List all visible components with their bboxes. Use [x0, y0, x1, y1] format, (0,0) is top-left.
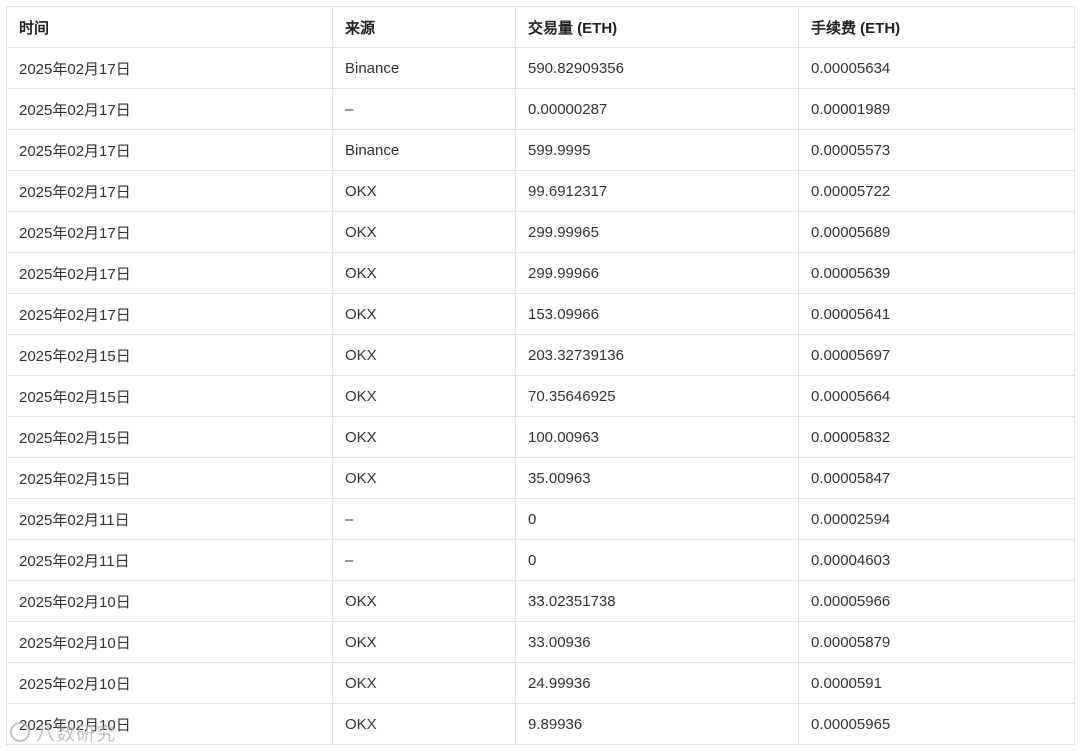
table-row: 2025年02月15日 OKX 100.00963 0.00005832 [6, 416, 1075, 458]
cell-source: OKX [332, 457, 516, 499]
header-source: 来源 [332, 6, 516, 48]
cell-volume: 590.82909356 [515, 47, 799, 89]
cell-fee: 0.00005641 [798, 293, 1075, 335]
table-row: 2025年02月10日 OKX 9.89936 0.00005965 [6, 703, 1075, 745]
cell-source: OKX [332, 416, 516, 458]
table-row: 2025年02月15日 OKX 203.32739136 0.00005697 [6, 334, 1075, 376]
cell-volume: 299.99965 [515, 211, 799, 253]
cell-volume: 203.32739136 [515, 334, 799, 376]
cell-source: – [332, 88, 516, 130]
cell-time: 2025年02月11日 [6, 539, 333, 581]
cell-fee: 0.00005573 [798, 129, 1075, 171]
cell-source: – [332, 498, 516, 540]
cell-volume: 33.02351738 [515, 580, 799, 622]
cell-fee: 0.00004603 [798, 539, 1075, 581]
cell-fee: 0.00005847 [798, 457, 1075, 499]
cell-time: 2025年02月15日 [6, 334, 333, 376]
table-row: 2025年02月17日 OKX 153.09966 0.00005641 [6, 293, 1075, 335]
header-fee: 手续费 (ETH) [798, 6, 1075, 48]
cell-source: OKX [332, 703, 516, 745]
table-row: 2025年02月17日 Binance 599.9995 0.00005573 [6, 129, 1075, 171]
cell-fee: 0.00005664 [798, 375, 1075, 417]
header-time: 时间 [6, 6, 333, 48]
cell-volume: 299.99966 [515, 252, 799, 294]
cell-time: 2025年02月15日 [6, 416, 333, 458]
cell-source: OKX [332, 621, 516, 663]
cell-source: OKX [332, 375, 516, 417]
table-header-row: 时间 来源 交易量 (ETH) 手续费 (ETH) [6, 6, 1075, 48]
cell-volume: 153.09966 [515, 293, 799, 335]
page: 时间 来源 交易量 (ETH) 手续费 (ETH) 2025年02月17日 Bin… [0, 0, 1080, 751]
cell-fee: 0.00005965 [798, 703, 1075, 745]
table-row: 2025年02月15日 OKX 35.00963 0.00005847 [6, 457, 1075, 499]
table-body: 2025年02月17日 Binance 590.82909356 0.00005634… [6, 47, 1075, 745]
table-row: 2025年02月11日 –0 0.00004603 [6, 539, 1075, 581]
cell-fee: 0.00005634 [798, 47, 1075, 89]
cell-time: 2025年02月17日 [6, 170, 333, 212]
table-row: 2025年02月15日 OKX 70.35646925 0.00005664 [6, 375, 1075, 417]
cell-fee: 0.0000591 [798, 662, 1075, 704]
cell-time: 2025年02月17日 [6, 252, 333, 294]
cell-time: 2025年02月15日 [6, 457, 333, 499]
cell-source: OKX [332, 662, 516, 704]
cell-source: OKX [332, 293, 516, 335]
cell-volume: 99.6912317 [515, 170, 799, 212]
cell-fee: 0.00005879 [798, 621, 1075, 663]
table-row: 2025年02月10日 OKX 24.99936 0.0000591 [6, 662, 1075, 704]
cell-volume: 70.35646925 [515, 375, 799, 417]
cell-source: Binance [332, 129, 516, 171]
table-row: 2025年02月11日 –0 0.00002594 [6, 498, 1075, 540]
cell-source: OKX [332, 252, 516, 294]
cell-fee: 0.00001989 [798, 88, 1075, 130]
cell-time: 2025年02月15日 [6, 375, 333, 417]
cell-source: OKX [332, 334, 516, 376]
cell-source: Binance [332, 47, 516, 89]
cell-volume: 24.99936 [515, 662, 799, 704]
cell-fee: 0.00005966 [798, 580, 1075, 622]
cell-time: 2025年02月17日 [6, 88, 333, 130]
cell-volume: 0 [515, 498, 799, 540]
cell-time: 2025年02月17日 [6, 129, 333, 171]
cell-time: 2025年02月17日 [6, 293, 333, 335]
cell-time: 2025年02月10日 [6, 580, 333, 622]
cell-source: – [332, 539, 516, 581]
cell-time: 2025年02月10日 [6, 703, 333, 745]
table-row: 2025年02月17日 OKX 299.99966 0.00005639 [6, 252, 1075, 294]
cell-time: 2025年02月11日 [6, 498, 333, 540]
cell-fee: 0.00005689 [798, 211, 1075, 253]
cell-volume: 0 [515, 539, 799, 581]
table-row: 2025年02月17日 Binance 590.82909356 0.00005634 [6, 47, 1075, 89]
table-row: 2025年02月17日 OKX 99.6912317 0.00005722 [6, 170, 1075, 212]
cell-volume: 0.00000287 [515, 88, 799, 130]
transactions-table: 时间 来源 交易量 (ETH) 手续费 (ETH) 2025年02月17日 Bin… [6, 6, 1075, 745]
cell-volume: 35.00963 [515, 457, 799, 499]
cell-fee: 0.00005639 [798, 252, 1075, 294]
table-row: 2025年02月17日 –0.00000287 0.00001989 [6, 88, 1075, 130]
table-row: 2025年02月10日 OKX 33.02351738 0.00005966 [6, 580, 1075, 622]
cell-source: OKX [332, 170, 516, 212]
cell-volume: 100.00963 [515, 416, 799, 458]
cell-volume: 599.9995 [515, 129, 799, 171]
cell-source: OKX [332, 211, 516, 253]
cell-time: 2025年02月10日 [6, 621, 333, 663]
cell-time: 2025年02月10日 [6, 662, 333, 704]
cell-fee: 0.00005697 [798, 334, 1075, 376]
table-row: 2025年02月17日 OKX 299.99965 0.00005689 [6, 211, 1075, 253]
cell-fee: 0.00005832 [798, 416, 1075, 458]
cell-fee: 0.00005722 [798, 170, 1075, 212]
cell-volume: 9.89936 [515, 703, 799, 745]
cell-source: OKX [332, 580, 516, 622]
header-volume: 交易量 (ETH) [515, 6, 799, 48]
table-row: 2025年02月10日 OKX 33.00936 0.00005879 [6, 621, 1075, 663]
cell-time: 2025年02月17日 [6, 211, 333, 253]
cell-volume: 33.00936 [515, 621, 799, 663]
cell-fee: 0.00002594 [798, 498, 1075, 540]
cell-time: 2025年02月17日 [6, 47, 333, 89]
